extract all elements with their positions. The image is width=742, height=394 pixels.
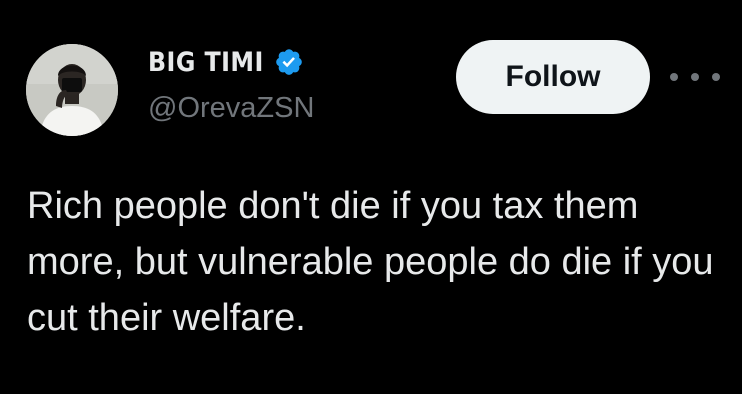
tweet-card: BIG TIMI @OrevaZSN Follow Rich people do… bbox=[0, 0, 742, 394]
tweet-text: Rich people don't die if you tax them mo… bbox=[27, 185, 714, 339]
display-name[interactable]: BIG TIMI bbox=[148, 47, 264, 78]
more-dot bbox=[691, 73, 699, 81]
more-dot bbox=[712, 73, 720, 81]
more-dot bbox=[670, 73, 678, 81]
follow-button[interactable]: Follow bbox=[456, 40, 650, 114]
profile-photo-icon bbox=[26, 44, 118, 136]
more-horizontal-icon[interactable] bbox=[670, 62, 720, 92]
author-handle[interactable]: @OrevaZSN bbox=[148, 92, 314, 125]
avatar[interactable] bbox=[26, 44, 118, 136]
author-name-row: BIG TIMI bbox=[148, 44, 304, 80]
verified-badge-icon bbox=[275, 49, 302, 75]
